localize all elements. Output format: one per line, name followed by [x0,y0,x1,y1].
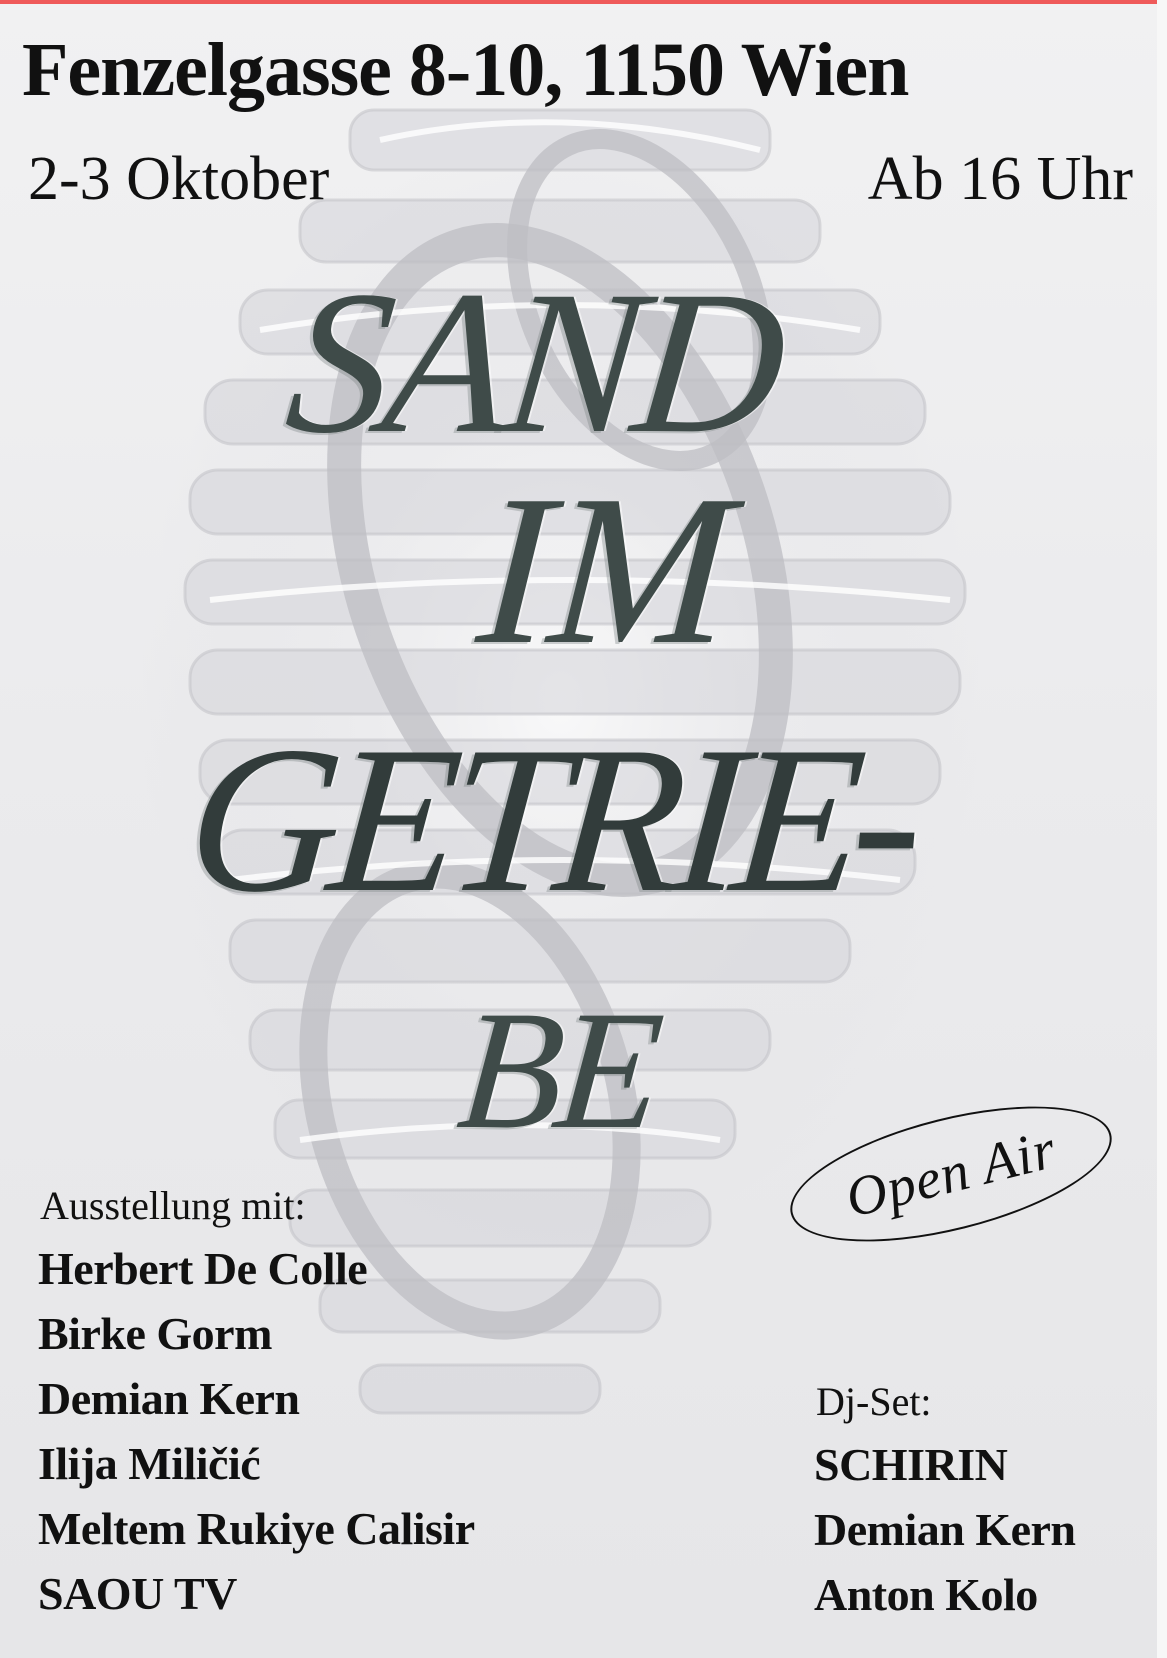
event-time: Ab 16 Uhr [867,145,1133,213]
event-address: Fenzelgasse 8-10, 1150 Wien [22,28,909,112]
list-item: Birke Gorm [38,1308,272,1359]
exhibition-artist-list: Herbert De Colle Birke Gorm Demian Kern … [38,1236,475,1626]
list-item: SCHIRIN [814,1439,1008,1490]
title-line-1: SAND [278,249,791,476]
list-item: Herbert De Colle [38,1243,368,1294]
event-date: 2-3 Oktober [28,145,330,213]
title-line-4: BE [451,976,664,1164]
list-item: Anton Kolo [814,1569,1038,1620]
title-line-3: GETRIE- [179,704,924,936]
list-item: Demian Kern [814,1504,1076,1555]
dj-artist-list: SCHIRIN Demian Kern Anton Kolo [814,1432,1076,1627]
right-edge-strip [1157,0,1167,1658]
poster: Fenzelgasse 8-10, 1150 Wien 2-3 Oktober … [0,0,1167,1658]
exhibition-heading: Ausstellung mit: [40,1183,306,1228]
list-item: Ilija Miličić [38,1438,261,1489]
list-item: Meltem Rukiye Calisir [38,1503,475,1554]
title-line-2: IM [471,450,740,689]
list-item: SAOU TV [38,1568,237,1619]
dj-set-heading: Dj-Set: [816,1379,932,1424]
list-item: Demian Kern [38,1373,300,1424]
